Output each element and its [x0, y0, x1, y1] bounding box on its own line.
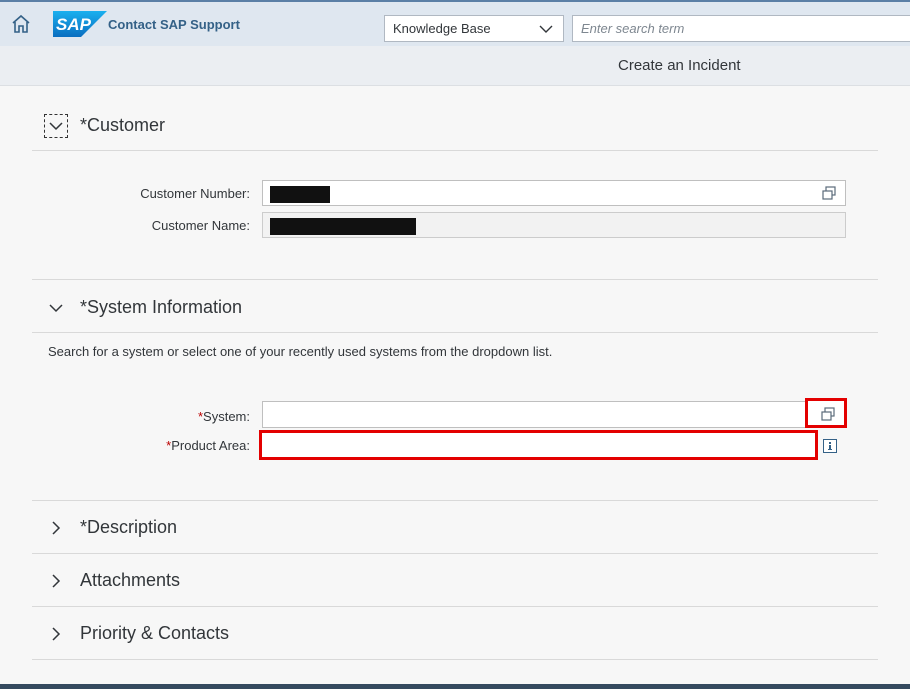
section-description-header[interactable]: *Description: [32, 503, 878, 553]
search-scope-select[interactable]: Knowledge Base: [384, 15, 564, 42]
section-toggle[interactable]: [44, 114, 68, 138]
chevron-down-icon: [539, 25, 553, 33]
section-title: Attachments: [80, 570, 181, 590]
section-title: *System Information: [80, 297, 243, 317]
divider: [32, 150, 878, 151]
page-title: Create an Incident: [618, 57, 741, 74]
divider: [32, 332, 878, 333]
form-content: *Customer Customer Number: Customer Name…: [0, 86, 910, 684]
section-toggle[interactable]: [44, 569, 68, 593]
customer-number-field[interactable]: [262, 180, 846, 206]
system-value-help-button[interactable]: [805, 398, 847, 428]
search-scope-value: Knowledge Base: [393, 21, 491, 36]
chevron-right-icon: [52, 574, 61, 588]
section-title: *Customer: [80, 115, 166, 135]
section-priority-contacts-header[interactable]: Priority & Contacts: [32, 609, 878, 659]
sap-logo: SAP: [53, 11, 107, 37]
section-attachments-header[interactable]: Attachments: [32, 556, 878, 606]
section-title: Priority & Contacts: [80, 623, 230, 643]
customer-name-label: Customer Name:: [151, 218, 250, 233]
divider: [32, 553, 878, 554]
chevron-down-icon: [49, 304, 63, 313]
product-area-input[interactable]: [259, 430, 818, 460]
divider: [32, 500, 878, 501]
section-toggle[interactable]: [44, 296, 68, 320]
section-toggle[interactable]: [44, 516, 68, 540]
svg-text:SAP: SAP: [56, 15, 92, 34]
home-button[interactable]: [0, 2, 42, 46]
redacted-value: [270, 186, 330, 203]
redacted-value: [270, 218, 416, 235]
divider: [32, 279, 878, 280]
page-header: Create an Incident: [0, 46, 910, 86]
system-label: *System:: [50, 409, 250, 424]
system-label-text: System:: [203, 409, 250, 424]
system-hint-text: Search for a system or select one of you…: [48, 344, 553, 359]
value-help-icon[interactable]: [821, 185, 837, 201]
chevron-right-icon: [52, 627, 61, 641]
footer-bar: [0, 684, 910, 689]
home-icon: [12, 14, 30, 33]
chevron-down-icon: [49, 122, 63, 131]
customer-name-field: [262, 212, 846, 238]
product-area-label: *Product Area:: [50, 438, 250, 453]
section-title: *Description: [80, 517, 178, 537]
search-input[interactable]: [572, 15, 910, 42]
value-help-icon: [821, 407, 835, 421]
customer-number-label: Customer Number:: [140, 186, 250, 201]
app-title: Contact SAP Support: [108, 17, 240, 32]
divider: [32, 659, 878, 660]
divider: [32, 606, 878, 607]
product-area-label-text: Product Area:: [171, 438, 250, 453]
chevron-right-icon: [52, 521, 61, 535]
info-icon[interactable]: [823, 439, 837, 453]
section-system-information-header[interactable]: *System Information: [32, 283, 878, 333]
shell-header: SAP Contact SAP Support Knowledge Base: [0, 0, 910, 46]
section-customer-header[interactable]: *Customer: [32, 101, 878, 151]
system-input[interactable]: [262, 401, 846, 428]
section-toggle[interactable]: [44, 622, 68, 646]
